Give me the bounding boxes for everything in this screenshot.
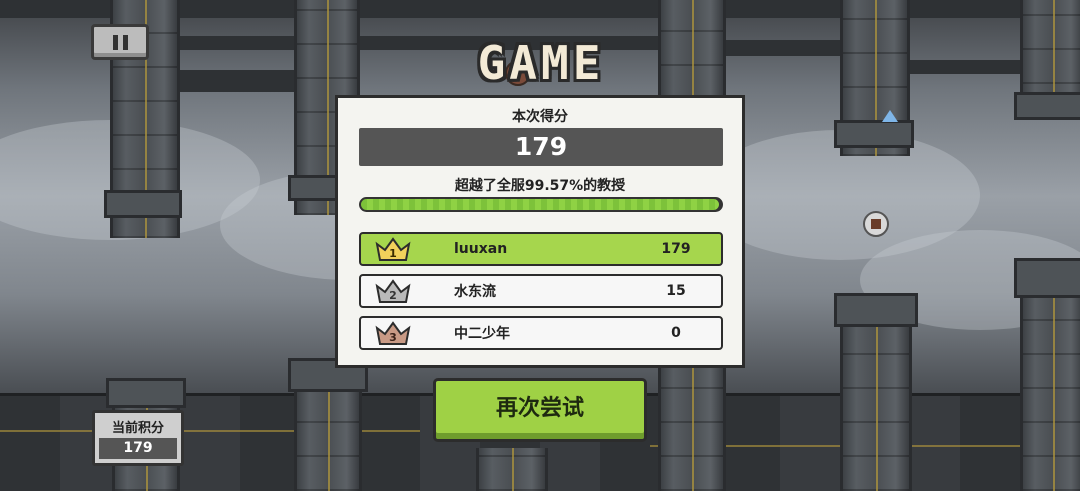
pause-icon-bar-left [112,34,118,50]
pause-icon-bar-right [122,34,128,50]
results-panel: 本次得分 179 超越了全服99.57%的教授 1 luuxan 179 2 水… [335,95,745,368]
player-name: 水东流 [454,284,496,300]
score-label: 本次得分 [512,109,568,125]
bronze-crown-icon: 3 [375,321,411,345]
player-name: 中二少年 [454,326,510,342]
player-score: 0 [671,325,681,341]
current-score-value: 179 [99,438,177,459]
silver-crown-icon: 2 [375,279,411,303]
pause-button[interactable] [91,24,149,60]
current-score-label: 当前积分 [111,421,164,436]
score-value: 179 [359,128,723,166]
leaderboard-row: 3 中二少年 0 [359,316,723,350]
percentile-progress-bar [359,197,723,212]
leaderboard-row: 1 luuxan 179 [359,232,723,266]
retry-button[interactable]: 再次尝试 [433,378,647,442]
percentile-text: 超越了全服99.57%的教授 [454,178,626,194]
current-score-box: 当前积分 179 [92,410,184,466]
percentile-progress-fill [361,199,720,210]
rank-number: 1 [389,247,397,260]
player-score: 15 [666,283,686,299]
rank-number: 2 [389,289,397,302]
blue-triangle-icon [882,110,898,122]
player-score: 179 [661,241,691,257]
leaderboard-row: 2 水东流 15 [359,274,723,308]
player-name: luuxan [454,241,508,257]
rank-number: 3 [389,331,397,344]
gold-crown-icon: 1 [375,237,411,261]
enemy-robot-icon [863,211,889,237]
